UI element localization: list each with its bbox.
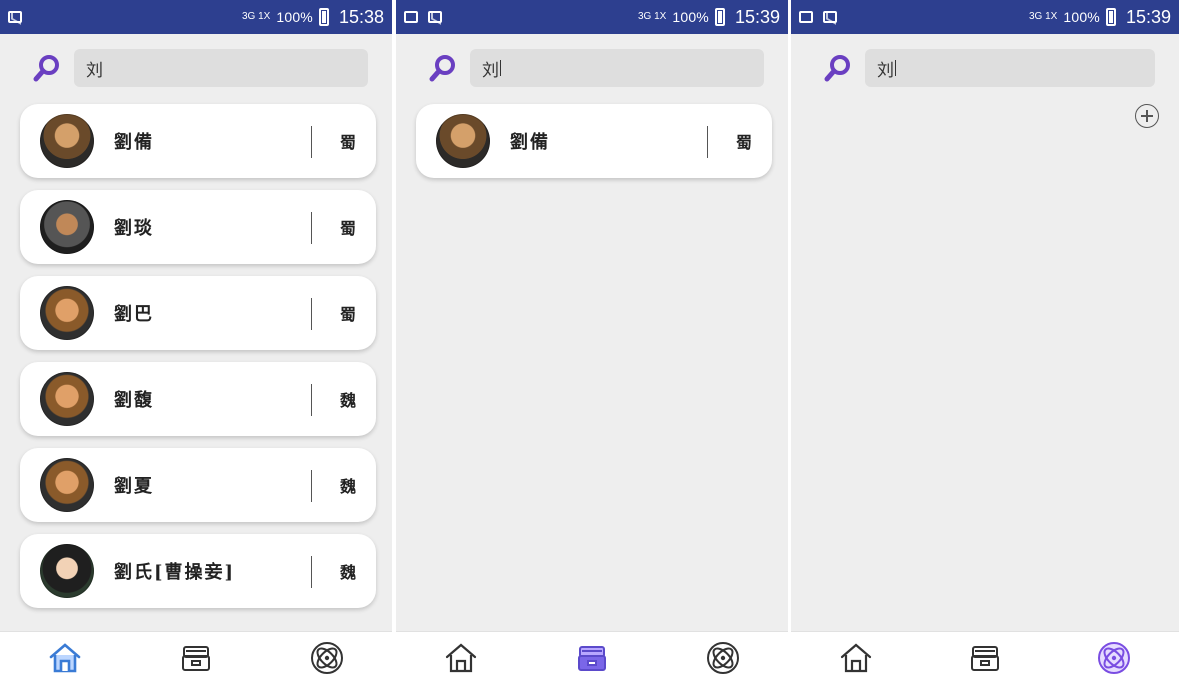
nav-home[interactable] [37, 636, 93, 680]
search-text: 刘 [877, 60, 894, 81]
list-item[interactable]: 劉備 蜀 [416, 104, 772, 178]
nav-atom[interactable] [299, 636, 355, 680]
search-icon[interactable] [426, 51, 460, 85]
list-item[interactable]: 劉氏[曹操妾] 魏 [20, 534, 376, 608]
search-text: 刘 [482, 60, 499, 81]
atom-icon [706, 642, 739, 674]
screen-home: 3G 1X 100% 15:38 刘 劉備 蜀 劉琰 蜀 劉巴 蜀 劉馥 魏 劉… [0, 0, 392, 684]
mail-icon [8, 11, 22, 23]
character-list: 劉備 蜀 劉琰 蜀 劉巴 蜀 劉馥 魏 劉夏 魏 劉氏[曹操妾] 魏 [20, 104, 376, 620]
kingdom-label: 蜀 [735, 133, 752, 152]
nav-home[interactable] [433, 636, 489, 680]
inbox-icon [577, 646, 606, 671]
bottom-nav [396, 631, 788, 684]
divider [311, 298, 312, 330]
screen-atom: 3G 1X 100% 15:39 刘 [791, 0, 1179, 684]
nav-atom[interactable] [1086, 636, 1142, 680]
battery-icon [1105, 8, 1116, 26]
search-input[interactable]: 刘 [470, 49, 764, 87]
search-icon[interactable] [30, 51, 64, 85]
divider [707, 126, 708, 158]
list-item[interactable]: 劉備 蜀 [20, 104, 376, 178]
avatar [40, 372, 94, 426]
divider [311, 556, 312, 588]
character-name: 劉琰 [114, 218, 154, 239]
search-row: 刘 [426, 48, 764, 88]
status-time: 15:39 [734, 6, 780, 27]
search-icon[interactable] [821, 51, 855, 85]
divider [311, 470, 312, 502]
list-item[interactable]: 劉馥 魏 [20, 362, 376, 436]
nav-inbox[interactable] [564, 636, 620, 680]
mail-icon [823, 11, 837, 23]
battery-text: 100% [276, 9, 313, 25]
list-item[interactable]: 劉琰 蜀 [20, 190, 376, 264]
status-time: 15:39 [1125, 6, 1171, 27]
kingdom-label: 魏 [339, 477, 356, 496]
avatar [40, 200, 94, 254]
kingdom-label: 蜀 [339, 219, 356, 238]
home-icon [446, 643, 477, 673]
inbox-icon [970, 646, 999, 671]
home-icon [840, 643, 871, 673]
avatar [40, 286, 94, 340]
character-name: 劉備 [114, 132, 154, 153]
avatar [436, 114, 490, 168]
nav-home[interactable] [828, 636, 884, 680]
nav-atom[interactable] [695, 636, 751, 680]
character-name: 劉夏 [114, 476, 154, 497]
search-text: 刘 [86, 60, 103, 81]
list-item[interactable]: 劉夏 魏 [20, 448, 376, 522]
battery-icon [714, 8, 725, 26]
bottom-nav [0, 631, 392, 684]
kingdom-label: 魏 [339, 563, 356, 582]
kingdom-label: 魏 [339, 391, 356, 410]
search-row: 刘 [30, 48, 368, 88]
signal-label: 3G 1X [241, 11, 271, 22]
signal-label: 3G 1X [637, 11, 667, 22]
character-name: 劉備 [510, 132, 550, 153]
battery-text: 100% [1063, 9, 1100, 25]
image-icon [799, 11, 813, 23]
signal-label: 3G 1X [1028, 11, 1058, 22]
search-input[interactable]: 刘 [74, 49, 368, 87]
character-name: 劉馥 [114, 390, 154, 411]
screen-inbox: 3G 1X 100% 15:39 刘 劉備 蜀 [396, 0, 788, 684]
kingdom-label: 蜀 [339, 133, 356, 152]
battery-icon [318, 8, 329, 26]
status-bar: 3G 1X 100% 15:38 [0, 0, 392, 34]
character-name: 劉巴 [114, 304, 154, 325]
home-icon [50, 643, 81, 673]
atom-icon [310, 642, 343, 674]
inbox-icon [181, 646, 210, 671]
mail-icon [428, 11, 442, 23]
avatar [40, 114, 94, 168]
character-name: 劉氏[曹操妾] [114, 562, 236, 583]
search-row: 刘 [821, 48, 1155, 88]
divider [311, 126, 312, 158]
screens-container: 3G 1X 100% 15:38 刘 劉備 蜀 劉琰 蜀 劉巴 蜀 劉馥 魏 劉… [0, 0, 1179, 684]
text-cursor [895, 60, 896, 76]
text-cursor [500, 60, 501, 76]
status-bar: 3G 1X 100% 15:39 [396, 0, 788, 34]
add-circle-icon[interactable] [1135, 104, 1159, 128]
nav-inbox[interactable] [168, 636, 224, 680]
bottom-nav [791, 631, 1179, 684]
status-time: 15:38 [338, 6, 384, 27]
image-icon [404, 11, 418, 23]
avatar [40, 544, 94, 598]
divider [311, 212, 312, 244]
divider [311, 384, 312, 416]
avatar [40, 458, 94, 512]
battery-text: 100% [672, 9, 709, 25]
nav-inbox[interactable] [957, 636, 1013, 680]
kingdom-label: 蜀 [339, 305, 356, 324]
search-input[interactable]: 刘 [865, 49, 1155, 87]
atom-icon [1098, 642, 1131, 674]
status-bar: 3G 1X 100% 15:39 [791, 0, 1179, 34]
list-item[interactable]: 劉巴 蜀 [20, 276, 376, 350]
character-list: 劉備 蜀 [416, 104, 772, 190]
